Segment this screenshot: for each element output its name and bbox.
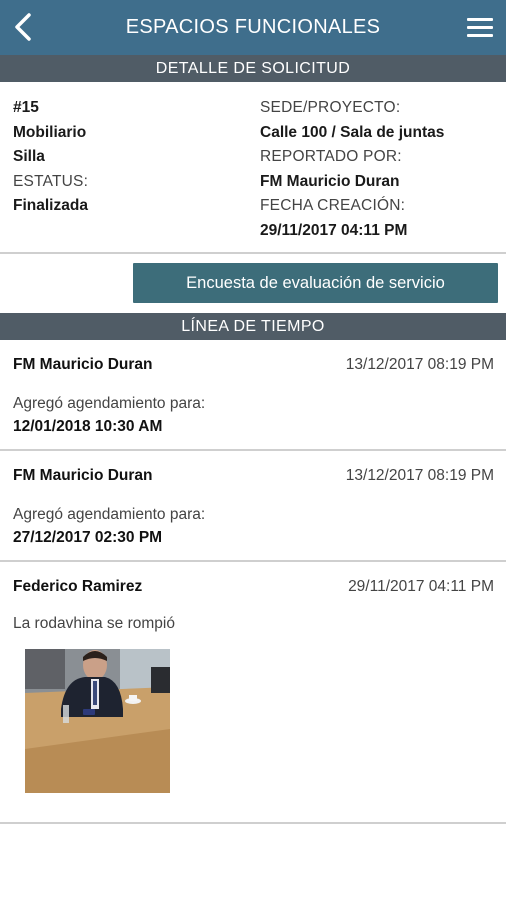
entry-author: FM Mauricio Duran bbox=[13, 356, 153, 373]
entry-author: Federico Ramirez bbox=[13, 578, 143, 595]
entry-author: FM Mauricio Duran bbox=[13, 467, 153, 484]
request-item: Silla bbox=[13, 148, 45, 166]
divider bbox=[0, 252, 506, 254]
request-detail: #15 Mobiliario Silla ESTATUS: Finalizada… bbox=[0, 82, 506, 254]
detail-right-column: SEDE/PROYECTO: Calle 100 / Sala de junta… bbox=[260, 96, 500, 244]
site-label: SEDE/PROYECTO: bbox=[260, 99, 401, 116]
entry-message: Agregó agendamiento para: bbox=[13, 395, 206, 412]
attachment-photo bbox=[25, 649, 170, 793]
timeline-section-header: LÍNEA DE TIEMPO bbox=[0, 313, 506, 340]
app-bar: ESPACIOS FUNCIONALES bbox=[0, 0, 506, 55]
status-label: ESTATUS: bbox=[13, 172, 89, 190]
divider bbox=[0, 822, 506, 824]
site-value: Calle 100 / Sala de juntas bbox=[260, 123, 445, 141]
entry-timestamp: 13/12/2017 08:19 PM bbox=[345, 467, 494, 484]
menu-button[interactable] bbox=[462, 10, 498, 44]
entry-timestamp: 29/11/2017 04:11 PM bbox=[348, 578, 494, 595]
entry-timestamp: 13/12/2017 08:19 PM bbox=[345, 356, 494, 373]
photo-thumbnail[interactable] bbox=[25, 649, 170, 793]
detail-left-column: #15 Mobiliario Silla ESTATUS: Finalizada bbox=[13, 96, 243, 219]
chevron-left-icon bbox=[15, 13, 31, 41]
reported-by-value: FM Mauricio Duran bbox=[260, 172, 400, 190]
reported-by-label: REPORTADO POR: bbox=[260, 148, 402, 166]
timeline-entry: FM Mauricio Duran 13/12/2017 08:19 PM Ag… bbox=[0, 340, 506, 450]
request-category: Mobiliario bbox=[13, 123, 87, 141]
status-value: Finalizada bbox=[13, 197, 88, 215]
entry-message: La rodavhina se rompió bbox=[13, 615, 175, 632]
hamburger-menu-icon bbox=[467, 18, 493, 37]
timeline-entry: FM Mauricio Duran 13/12/2017 08:19 PM Ag… bbox=[0, 451, 506, 561]
created-date-label: FECHA CREACIÓN: bbox=[260, 197, 406, 215]
page-title: ESPACIOS FUNCIONALES bbox=[125, 16, 381, 38]
timeline-entry: Federico Ramirez 29/11/2017 04:11 PM La … bbox=[0, 562, 506, 822]
entry-scheduled-date: 27/12/2017 02:30 PM bbox=[13, 529, 163, 546]
service-survey-button[interactable]: Encuesta de evaluación de servicio bbox=[133, 263, 498, 303]
request-number: #15 bbox=[13, 99, 39, 116]
created-date-value: 29/11/2017 04:11 PM bbox=[260, 221, 408, 239]
entry-scheduled-date: 12/01/2018 10:30 AM bbox=[13, 418, 163, 435]
entry-message: Agregó agendamiento para: bbox=[13, 506, 206, 523]
back-button[interactable] bbox=[4, 8, 42, 46]
detail-section-header: DETALLE DE SOLICITUD bbox=[0, 55, 506, 82]
